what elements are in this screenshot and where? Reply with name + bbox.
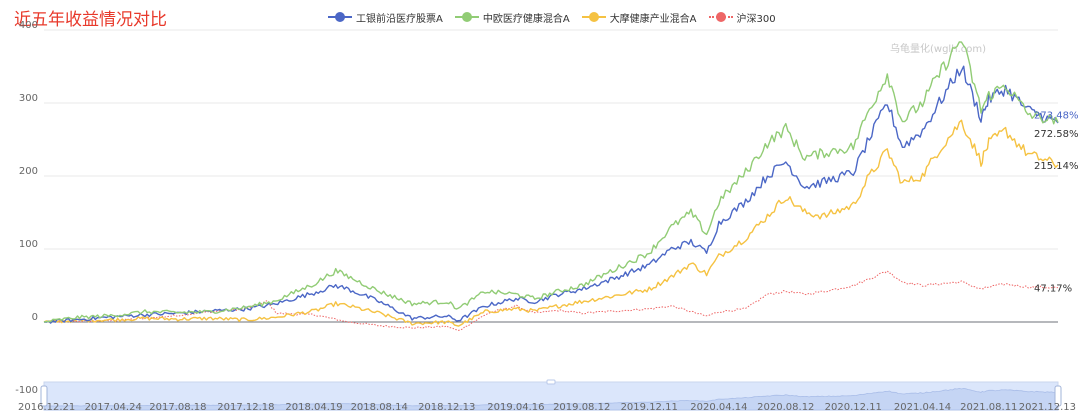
y-tick-label: 0	[32, 312, 38, 323]
x-tick-label: 2019.12.11	[621, 402, 678, 413]
series-line-0	[43, 65, 1059, 324]
x-tick-label: 2021.04.14	[894, 402, 951, 413]
x-tick-label: 2019.08.12	[553, 402, 610, 413]
x-tick-label: 2020.04.14	[690, 402, 747, 413]
y-tick-label: 400	[19, 20, 38, 31]
x-tick-label: 2016.12.21	[18, 402, 75, 413]
series-end-label: 272.58%	[1034, 129, 1079, 140]
x-tick-label: 2017.04.24	[85, 402, 142, 413]
x-tick-label: 2021.08.11	[960, 402, 1017, 413]
x-tick-label: 2018.04.19	[285, 402, 342, 413]
x-tick-label: 2019.04.16	[487, 402, 544, 413]
x-tick-label: 2021.12.13	[1019, 402, 1076, 413]
series-end-label: 273.48%	[1034, 110, 1079, 121]
line-chart: -100 0 100 200 300 400 272.58% 273.48% 215.14% 47…	[15, 20, 1079, 413]
y-tick-label: -100	[15, 385, 38, 396]
x-tick-label: 2020.08.12	[757, 402, 814, 413]
series-end-label: 215.14%	[1034, 161, 1079, 172]
zoom-move-handle[interactable]	[546, 379, 556, 385]
x-tick-label: 2018.12.13	[418, 402, 475, 413]
y-tick-label: 200	[19, 166, 38, 177]
series-line-1	[43, 41, 1059, 323]
x-tick-label: 2017.12.18	[217, 402, 274, 413]
series-line-3	[43, 270, 1058, 331]
y-tick-label: 100	[19, 239, 38, 250]
x-tick-label: 2020.12.11	[825, 402, 882, 413]
x-tick-label: 2017.08.18	[149, 402, 206, 413]
series-end-label: 47.17%	[1034, 284, 1072, 295]
y-tick-label: 300	[19, 93, 38, 104]
x-tick-label: 2018.08.14	[351, 402, 408, 413]
